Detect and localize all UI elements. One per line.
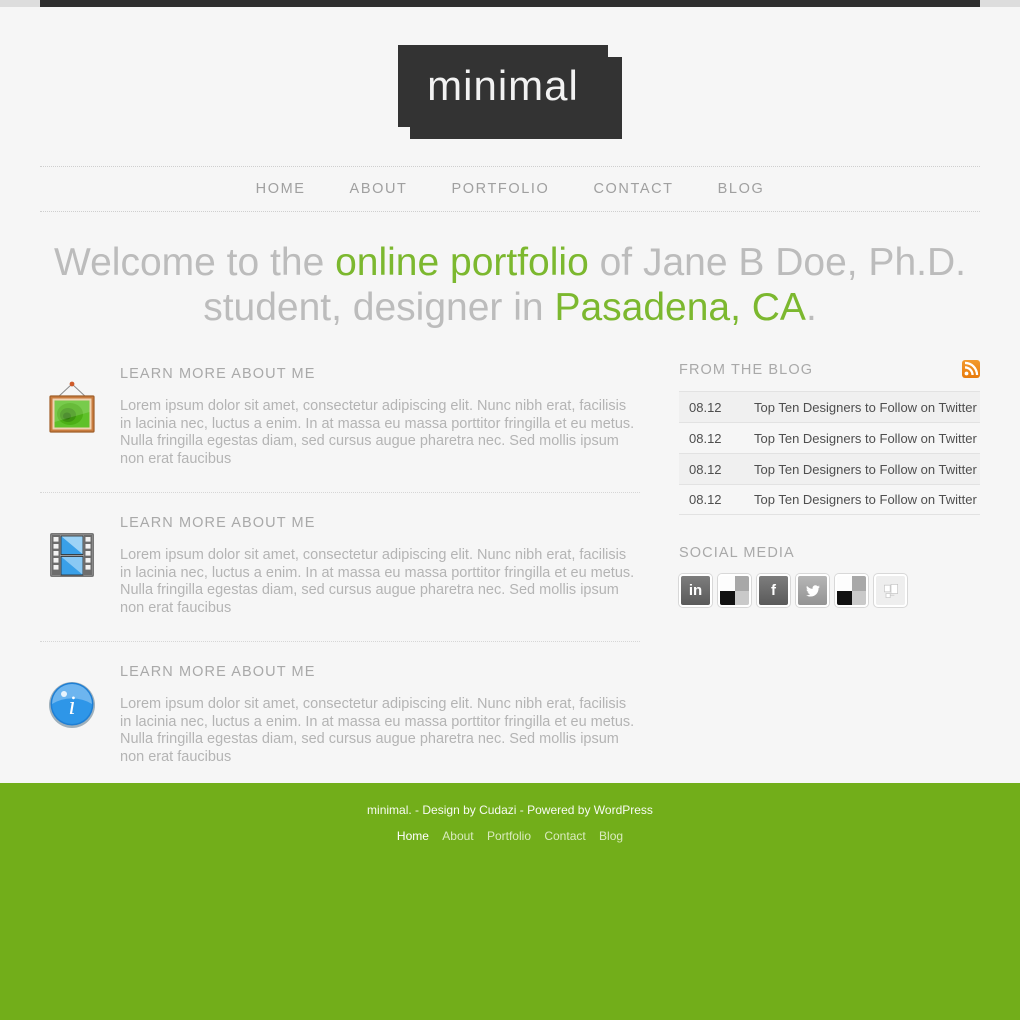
blog-post-title: Top Ten Designers to Follow on Twitter xyxy=(754,492,977,507)
feature-body: Lorem ipsum dolor sit amet, consectetur … xyxy=(120,547,635,616)
site-logo[interactable]: minimal xyxy=(398,45,628,139)
logo-text: minimal xyxy=(427,62,579,109)
nav-item-contact[interactable]: CONTACT xyxy=(593,181,673,197)
checker-cell xyxy=(851,576,866,591)
blog-post-date: 08.12 xyxy=(689,492,722,507)
social-widget-title: SOCIAL MEDIA xyxy=(679,545,795,561)
feature-block: LEARN MORE ABOUT ME Lorem ipsum dolor si… xyxy=(40,366,640,492)
features-column: LEARN MORE ABOUT ME Lorem ipsum dolor si… xyxy=(40,366,640,790)
blog-post-row[interactable]: 08.12 Top Ten Designers to Follow on Twi… xyxy=(679,453,980,484)
svg-text:i: i xyxy=(68,691,75,720)
facebook-glyph: f xyxy=(771,582,776,599)
placeholder-glyph xyxy=(883,583,898,598)
feature-body: Lorem ipsum dolor sit amet, consectetur … xyxy=(120,398,635,467)
checker-cell xyxy=(851,590,866,605)
placeholder-image-icon[interactable] xyxy=(874,574,907,607)
film-strip-icon xyxy=(44,527,100,583)
social-media-widget: SOCIAL MEDIA in f xyxy=(679,545,980,607)
linkedin-icon[interactable]: in xyxy=(679,574,712,607)
info-circle-icon: i xyxy=(44,676,100,732)
page-headline: Welcome to the online portfolio of Jane … xyxy=(40,240,980,330)
feature-block: LEARN MORE ABOUT ME Lorem ipsum dolor si… xyxy=(40,492,640,641)
blog-post-date: 08.12 xyxy=(689,430,722,446)
facebook-icon[interactable]: f xyxy=(757,574,790,607)
blog-widget: FROM THE BLOG 08.12 Top Ten Designers to… xyxy=(679,360,980,515)
site-footer: minimal. - Design by Cudazi - Powered by… xyxy=(0,783,1020,1020)
blog-post-row[interactable]: 08.12 Top Ten Designers to Follow on Twi… xyxy=(679,484,980,515)
headline-part-1: Welcome to the xyxy=(54,241,336,284)
checker-cell xyxy=(837,576,852,591)
nav-item-about[interactable]: ABOUT xyxy=(350,181,408,197)
footer-link-home[interactable]: Home xyxy=(397,829,429,843)
feature-title: LEARN MORE ABOUT ME xyxy=(120,515,316,531)
nav-item-home[interactable]: HOME xyxy=(256,181,306,197)
linkedin-glyph: in xyxy=(688,582,703,599)
headline-highlight-2: Pasadena, CA xyxy=(554,286,806,329)
topbar-right-edge xyxy=(980,0,1020,7)
broken-image-icon[interactable] xyxy=(835,574,868,607)
checker-cell xyxy=(720,576,735,591)
nav-item-portfolio[interactable]: PORTFOLIO xyxy=(452,181,550,197)
blog-widget-title: FROM THE BLOG xyxy=(679,362,814,378)
headline-part-3: . xyxy=(805,286,817,329)
footer-link-about[interactable]: About xyxy=(442,829,473,843)
primary-navigation: HOME ABOUT PORTFOLIO CONTACT BLOG xyxy=(40,166,980,212)
nav-item-blog[interactable]: BLOG xyxy=(718,181,765,197)
blog-post-list: 08.12 Top Ten Designers to Follow on Twi… xyxy=(679,391,980,515)
page-root: minimal HOME ABOUT PORTFOLIO CONTACT BLO… xyxy=(0,0,1020,1020)
blog-post-date: 08.12 xyxy=(689,399,722,415)
blog-post-title: Top Ten Designers to Follow on Twitter xyxy=(754,399,977,415)
framed-picture-icon xyxy=(44,378,100,434)
footer-link-blog[interactable]: Blog xyxy=(599,829,623,843)
headline-highlight-1: online portfolio xyxy=(335,241,589,284)
footer-link-portfolio[interactable]: Portfolio xyxy=(487,829,531,843)
feature-title: LEARN MORE ABOUT ME xyxy=(120,366,316,382)
checker-cell xyxy=(837,590,852,605)
blog-post-row[interactable]: 08.12 Top Ten Designers to Follow on Twi… xyxy=(679,422,980,453)
footer-link-contact[interactable]: Contact xyxy=(544,829,585,843)
sidebar-column: FROM THE BLOG 08.12 Top Ten Designers to… xyxy=(679,360,980,607)
blog-post-date: 08.12 xyxy=(689,461,722,477)
feature-title: LEARN MORE ABOUT ME xyxy=(120,664,316,680)
feature-body: Lorem ipsum dolor sit amet, consectetur … xyxy=(120,696,635,765)
blog-post-row[interactable]: 08.12 Top Ten Designers to Follow on Twi… xyxy=(679,391,980,422)
topbar-dark-stripe xyxy=(40,0,980,7)
social-icon-row: in f xyxy=(679,574,980,607)
blog-post-title: Top Ten Designers to Follow on Twitter xyxy=(754,461,977,477)
rss-icon[interactable] xyxy=(962,360,980,378)
feature-block: i LEARN MORE ABOUT ME Lorem ipsum dolor … xyxy=(40,641,640,790)
footer-navigation: Home About Portfolio Contact Blog xyxy=(0,829,1020,843)
checker-cell xyxy=(720,590,735,605)
footer-credit: minimal. - Design by Cudazi - Powered by… xyxy=(367,803,653,817)
checker-cell xyxy=(734,576,749,591)
blog-post-title: Top Ten Designers to Follow on Twitter xyxy=(754,430,977,446)
twitter-bird-glyph xyxy=(805,584,820,597)
checker-cell xyxy=(734,590,749,605)
broken-image-icon[interactable] xyxy=(718,574,751,607)
topbar-left-edge xyxy=(0,0,40,7)
twitter-icon[interactable] xyxy=(796,574,829,607)
